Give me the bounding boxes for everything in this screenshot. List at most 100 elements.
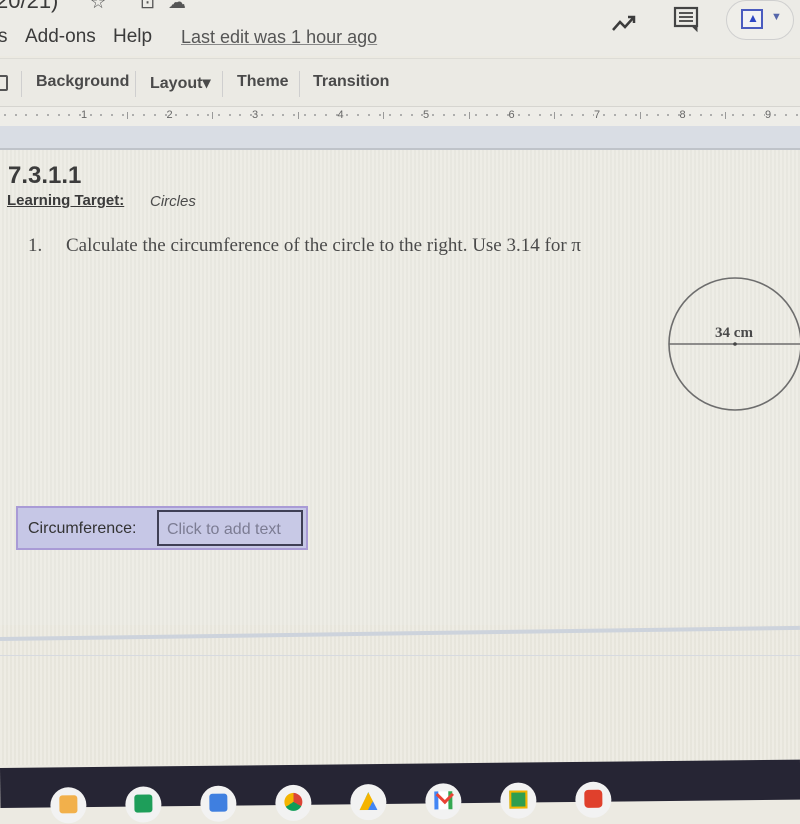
- ruler-tick: [260, 114, 263, 116]
- ruler-tick: [549, 114, 552, 116]
- ruler-number: 5: [423, 109, 430, 121]
- docs-app-icon[interactable]: [200, 785, 237, 822]
- classroom-app-icon[interactable]: [500, 782, 537, 819]
- ruler-tick: [14, 114, 17, 116]
- diameter-label: 34 cm: [715, 325, 753, 341]
- layout-dropdown-icon: ▾: [202, 75, 211, 92]
- ruler-tick: [688, 114, 691, 116]
- comment-icon[interactable]: [672, 4, 702, 34]
- activity-icon[interactable]: [610, 10, 638, 38]
- ruler-tick: [25, 114, 28, 116]
- ruler-divider: [0, 126, 800, 150]
- ruler-tick: [785, 114, 788, 116]
- ruler-tick: [303, 114, 306, 116]
- toolbar-divider: [21, 71, 22, 97]
- document-title[interactable]: 20/21): [0, 0, 58, 14]
- ruler-tick: [325, 114, 327, 116]
- menu-item-add-ons[interactable]: Add-ons: [25, 26, 96, 48]
- ruler-tick: [121, 114, 124, 116]
- ruler-tick: [132, 114, 135, 116]
- cloud-status-icon[interactable]: ☁: [168, 0, 186, 13]
- ruler-half-mark: [212, 112, 214, 119]
- layout-button[interactable]: Layout▾: [150, 73, 210, 93]
- ruler-tick: [624, 114, 627, 116]
- ruler-tick: [646, 114, 648, 116]
- theme-button[interactable]: Theme: [237, 73, 289, 91]
- layout-label: Layout: [150, 75, 203, 92]
- ruler-tick: [100, 114, 103, 116]
- circle-figure: 34 cm: [668, 277, 800, 411]
- lesson-number: 7.3.1.1: [8, 162, 82, 189]
- toolbar: Background Layout▾ Theme Transition: [0, 58, 800, 107]
- ruler-tick: [218, 114, 220, 116]
- ruler-tick: [753, 114, 755, 116]
- horizontal-ruler[interactable]: 1 2 3 4 5 6 7 8 9: [0, 106, 800, 127]
- last-edit-link[interactable]: Last edit was 1 hour ago: [181, 27, 377, 48]
- circumference-input[interactable]: Click to add text: [157, 510, 303, 546]
- ruler-half-mark: [639, 112, 641, 119]
- new-slide-icon[interactable]: [0, 75, 8, 91]
- files-app-icon[interactable]: [50, 787, 87, 824]
- toolbar-divider: [222, 71, 223, 97]
- toolbar-divider: [135, 71, 136, 97]
- ruler-tick: [496, 114, 499, 116]
- ruler-half-mark: [383, 112, 385, 119]
- ruler-tick: [196, 114, 199, 116]
- menu-item-tools[interactable]: s: [0, 26, 8, 48]
- present-button[interactable]: ▲ ▼: [726, 0, 794, 40]
- ruler-tick: [175, 114, 178, 116]
- star-icon[interactable]: ☆: [90, 0, 106, 13]
- present-dropdown-icon[interactable]: ▼: [771, 11, 782, 23]
- ruler-tick: [528, 114, 531, 116]
- center-point: [733, 342, 737, 346]
- ruler-tick: [731, 114, 734, 116]
- question-text: Calculate the circumference of the circl…: [66, 235, 581, 256]
- present-icon: ▲: [741, 9, 763, 29]
- ruler-tick: [667, 114, 670, 116]
- learning-target-value: Circles: [150, 193, 196, 210]
- ruler-half-mark: [297, 112, 299, 119]
- ruler-tick: [36, 114, 39, 116]
- ruler-half-mark: [725, 112, 727, 119]
- ruler-tick: [143, 114, 146, 116]
- sheets-app-icon[interactable]: [125, 786, 162, 823]
- toolbar-divider: [299, 71, 300, 97]
- ruler-tick: [89, 114, 92, 116]
- question-number: 1.: [28, 235, 43, 256]
- background-button[interactable]: Background: [36, 73, 129, 91]
- notes-divider[interactable]: [0, 625, 800, 641]
- ruler-half-mark: [468, 112, 470, 119]
- gmail-app-icon[interactable]: [425, 783, 462, 820]
- ruler-tick: [239, 114, 242, 116]
- ruler-tick: [68, 114, 71, 116]
- speaker-notes-area[interactable]: [0, 625, 800, 765]
- ruler-tick: [314, 114, 317, 116]
- ruler-tick: [57, 114, 60, 116]
- answer-box: Circumference: Click to add text: [16, 506, 308, 550]
- menu-item-help[interactable]: Help: [113, 26, 152, 48]
- ruler-tick: [517, 114, 520, 116]
- slide-canvas[interactable]: 7.3.1.1 Learning Target: Circles 1. Calc…: [0, 150, 800, 625]
- ruler-tick: [485, 114, 488, 116]
- ruler-tick: [613, 114, 616, 116]
- ruler-tick: [228, 114, 231, 116]
- ruler-tick: [656, 114, 659, 116]
- transition-button[interactable]: Transition: [313, 73, 389, 91]
- move-to-folder-icon[interactable]: ⊡: [140, 0, 155, 13]
- ruler-tick: [464, 114, 467, 116]
- ruler-tick: [185, 114, 188, 116]
- ruler-tick: [710, 114, 713, 116]
- chrome-app-icon[interactable]: [275, 784, 312, 822]
- ruler-number: 9: [765, 109, 772, 121]
- drive-app-icon[interactable]: [350, 783, 387, 821]
- ruler-tick: [474, 114, 477, 116]
- ruler-tick: [720, 114, 723, 116]
- ruler-tick: [111, 114, 113, 116]
- ruler-tick: [635, 114, 638, 116]
- circumference-label: Circumference:: [28, 520, 137, 537]
- ruler-tick: [453, 114, 456, 116]
- ruler-half-mark: [126, 112, 128, 119]
- ruler-tick: [357, 114, 360, 116]
- ruler-tick: [774, 114, 777, 116]
- ruler-tick: [742, 114, 745, 116]
